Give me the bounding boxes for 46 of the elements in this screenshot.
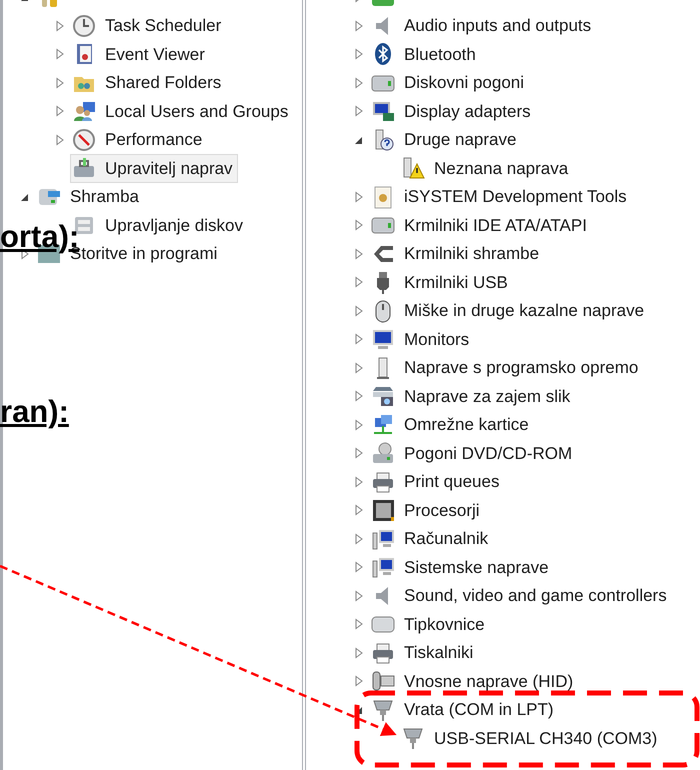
tree-item[interactable]: Diskovni pogoni bbox=[369, 68, 530, 98]
tree-item[interactable]: USB-SERIAL CH340 (COM3) bbox=[399, 724, 662, 753]
tree-item[interactable]: Task Scheduler bbox=[70, 11, 226, 40]
tree-item[interactable]: Monitors bbox=[369, 324, 474, 354]
tree-item[interactable]: Print queues bbox=[369, 467, 504, 496]
users-icon bbox=[71, 99, 97, 124]
dvd-drive-icon bbox=[370, 441, 396, 466]
tree-item[interactable]: Audio inputs and outputs bbox=[369, 11, 596, 40]
tree-item[interactable]: Naprave s programsko opremo bbox=[369, 353, 644, 382]
tree-item[interactable]: Procesorji bbox=[369, 496, 485, 525]
tree-item[interactable]: Miške in druge kazalne naprave bbox=[369, 296, 650, 326]
clock-icon bbox=[71, 14, 97, 38]
tree-item[interactable]: Računalnik bbox=[369, 524, 494, 554]
tree-item[interactable]: Performance bbox=[70, 125, 208, 154]
tree-item[interactable]: Upravitelj naprav bbox=[70, 154, 238, 183]
camera-scanner-icon bbox=[370, 384, 396, 408]
computer-icon bbox=[370, 555, 396, 580]
tree-item[interactable]: Tipkovnice bbox=[369, 610, 490, 639]
processor-icon bbox=[370, 498, 396, 522]
tree-item[interactable]: Vnosne naprave (HID) bbox=[369, 666, 578, 696]
printer-icon bbox=[370, 640, 396, 665]
tree-item[interactable]: Druge naprave bbox=[369, 125, 522, 154]
tree-item[interactable]: Omrežne kartice bbox=[369, 410, 534, 440]
tree-item[interactable]: Event Viewer bbox=[70, 40, 210, 69]
monitor-icon bbox=[370, 327, 396, 352]
tree-item[interactable]: Krmilniki IDE ATA/ATAPI bbox=[369, 210, 592, 240]
tree-item[interactable]: Vrata (COM in LPT) bbox=[369, 695, 559, 724]
tree-item[interactable]: Shramba bbox=[35, 182, 144, 212]
tree-item[interactable]: Sistemske naprave bbox=[369, 552, 554, 582]
tree-item[interactable]: Local Users and Groups bbox=[70, 96, 294, 126]
tree-item[interactable]: Krmilniki USB bbox=[369, 268, 513, 297]
tree-item[interactable]: Pogoni DVD/CD-ROM bbox=[369, 438, 578, 468]
tree-item[interactable]: Tiskalniki bbox=[369, 638, 478, 668]
tree-item[interactable]: Naprave za zajem slik bbox=[369, 382, 576, 411]
tree-item[interactable]: Display adapters bbox=[369, 96, 536, 126]
tree-item[interactable]: iSYSTEM Development Tools bbox=[369, 182, 632, 212]
display-adapter-icon bbox=[370, 99, 396, 124]
tree-item[interactable]: Shared Folders bbox=[70, 68, 226, 98]
input-device-icon bbox=[370, 669, 396, 694]
tree-item[interactable]: Sound, video and game controllers bbox=[369, 581, 672, 610]
tree-item[interactable]: Krmilniki shrambe bbox=[369, 239, 544, 268]
printer-icon bbox=[370, 470, 396, 494]
tree-item[interactable]: Bluetooth bbox=[369, 40, 481, 69]
gauge-icon bbox=[71, 128, 97, 152]
caption-text: ran): bbox=[0, 396, 69, 427]
tree-item[interactable]: Neznana naprava bbox=[399, 154, 574, 183]
